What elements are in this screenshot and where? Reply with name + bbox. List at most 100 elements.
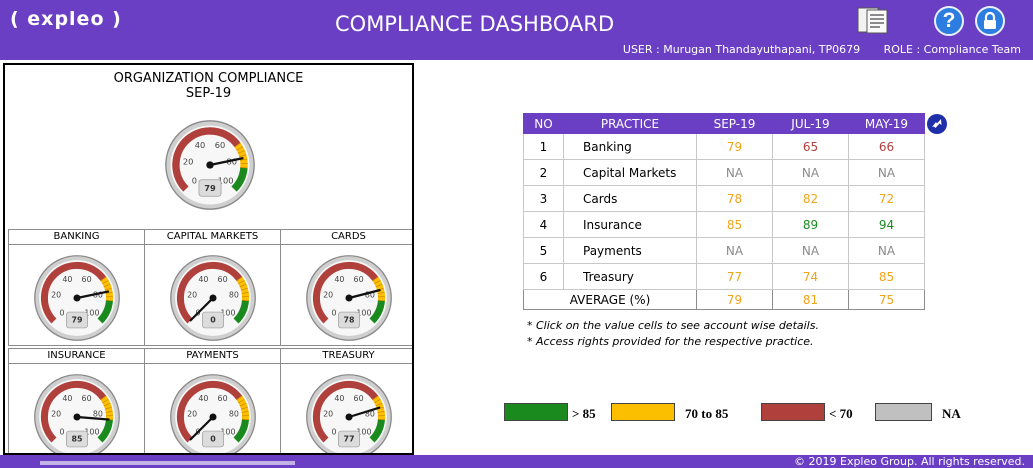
banking-gauge[interactable]: 02040608010079 xyxy=(33,254,121,342)
gauge-tick-label: 60 xyxy=(82,394,92,403)
value-cell[interactable]: NA xyxy=(696,237,773,264)
gauge-readout-value: 77 xyxy=(343,435,354,444)
payments-gauge[interactable]: 0204060801000 xyxy=(169,373,257,455)
gauge-tick-label: 80 xyxy=(229,290,239,299)
row-no: 5 xyxy=(523,237,564,264)
gauge-cell-capital-markets[interactable]: CAPITAL MARKETS 0204060801000 xyxy=(144,229,281,346)
capital-markets-gauge[interactable]: 0204060801000 xyxy=(169,254,257,342)
value-cell[interactable]: NA xyxy=(772,159,849,186)
gauge-readout-value: 85 xyxy=(71,435,82,444)
gauge-tick-label: 40 xyxy=(198,275,208,284)
table-row: 4 Insurance 85 89 94 xyxy=(523,211,925,238)
value-cell[interactable]: 77 xyxy=(696,263,773,290)
gauge-readout-value: 0 xyxy=(210,316,216,325)
next-arrow-icon[interactable] xyxy=(927,114,947,134)
header-no: NO xyxy=(523,113,564,134)
table-row: 2 Capital Markets NA NA NA xyxy=(523,159,925,186)
average-jul: 81 xyxy=(772,289,849,310)
gauge-cell-cards[interactable]: CARDS 0 20 40 60 80 100 78 xyxy=(280,229,412,346)
gauge-tick-label: 40 xyxy=(62,275,72,284)
gauge-cell-payments[interactable]: PAYMENTS 0204060801000 xyxy=(144,348,281,455)
header-may-19: MAY-19 xyxy=(848,113,925,134)
table-row: 3 Cards 78 82 72 xyxy=(523,185,925,212)
gauge-tick-label: 60 xyxy=(82,275,92,284)
gauge-needle-hub xyxy=(345,413,353,421)
legend-swatch-green xyxy=(504,403,568,421)
header-sep-19: SEP-19 xyxy=(696,113,773,134)
gauge-tick-label: 60 xyxy=(215,140,226,150)
legend-label-amber: 70 to 85 xyxy=(685,406,729,421)
lock-icon[interactable] xyxy=(975,6,1005,36)
legend-label-red: < 70 xyxy=(829,406,853,421)
gauge-tick-label: 20 xyxy=(323,290,333,299)
gauge-tick-label: 40 xyxy=(334,275,344,284)
org-compliance-gauge[interactable]: 02040608010079 xyxy=(164,119,256,211)
gauge-readout-value: 0 xyxy=(210,435,216,444)
value-cell[interactable]: 94 xyxy=(848,211,925,238)
gauge-tick-label: 60 xyxy=(218,275,228,284)
row-practice: Banking xyxy=(563,133,697,160)
gauge-tick-label: 20 xyxy=(187,290,197,299)
gauge-tick-label: 20 xyxy=(51,290,61,299)
value-cell[interactable]: 89 xyxy=(772,211,849,238)
gauge-tick-label: 60 xyxy=(354,394,364,403)
footer-progress-bar xyxy=(40,461,295,465)
table-header-row: NO PRACTICE SEP-19 JUL-19 MAY-19 xyxy=(523,113,925,134)
legend-swatch-grey xyxy=(875,403,932,421)
user-name: USER : Murugan Thandayuthapani, TP0679 xyxy=(622,43,861,56)
insurance-gauge[interactable]: 02040 608010085 xyxy=(33,373,121,455)
value-cell[interactable]: NA xyxy=(848,159,925,186)
note-click-cells: * Click on the value cells to see accoun… xyxy=(527,319,819,332)
row-no: 3 xyxy=(523,185,564,212)
value-cell[interactable]: 78 xyxy=(696,185,773,212)
gauge-tick-label: 0 xyxy=(332,428,337,437)
value-cell[interactable]: 79 xyxy=(696,133,773,160)
gauge-cell-treasury[interactable]: TREASURY 0 20 40 60 80 100 77 xyxy=(280,348,412,455)
gauge-cell-banking[interactable]: BANKING 02040608010079 xyxy=(8,229,145,346)
value-cell[interactable]: 72 xyxy=(848,185,925,212)
gauge-tick-label: 40 xyxy=(62,394,72,403)
table-row: 5 Payments NA NA NA xyxy=(523,237,925,264)
gauge-label: CARDS xyxy=(281,230,412,245)
compliance-table: NO PRACTICE SEP-19 JUL-19 MAY-19 1 Banki… xyxy=(523,113,925,310)
value-cell[interactable]: 85 xyxy=(848,263,925,290)
gauge-tick-label: 20 xyxy=(51,409,61,418)
gauge-label: BANKING xyxy=(9,230,144,245)
value-cell[interactable]: 74 xyxy=(772,263,849,290)
gauge-label: CAPITAL MARKETS xyxy=(145,230,280,245)
average-label: AVERAGE (%) xyxy=(523,289,697,310)
treasury-gauge[interactable]: 02040 608010077 xyxy=(305,373,393,455)
value-cell[interactable]: 65 xyxy=(772,133,849,160)
expleo-logo[interactable]: ( expleo ) xyxy=(10,8,122,30)
gauge-needle-hub xyxy=(73,413,81,421)
gauge-needle-hub xyxy=(345,294,353,302)
value-cell[interactable]: 66 xyxy=(848,133,925,160)
row-no: 6 xyxy=(523,263,564,290)
value-cell[interactable]: NA xyxy=(696,159,773,186)
value-cell[interactable]: NA xyxy=(848,237,925,264)
gauge-tick-label: 80 xyxy=(229,409,239,418)
gauge-readout-value: 78 xyxy=(343,316,355,325)
gauge-panel: ORGANIZATION COMPLIANCE SEP-19 020406080… xyxy=(3,63,414,455)
gauge-tick-label: 20 xyxy=(323,409,333,418)
value-cell[interactable]: 82 xyxy=(772,185,849,212)
note-access-rights: * Access rights provided for the respect… xyxy=(527,335,814,348)
gauge-needle-hub xyxy=(209,294,217,302)
org-compliance-title: ORGANIZATION COMPLIANCE xyxy=(113,71,304,86)
value-cell[interactable]: 85 xyxy=(696,211,773,238)
row-no: 4 xyxy=(523,211,564,238)
gauge-readout-value: 79 xyxy=(204,183,216,193)
gauge-cell-insurance[interactable]: INSURANCE 0 20 40 60 80 100 85 xyxy=(8,348,145,455)
help-icon[interactable]: ? xyxy=(934,6,964,36)
legend-swatch-amber xyxy=(611,403,675,421)
gauge-label: INSURANCE xyxy=(9,349,144,364)
gauge-tick-label: 0 xyxy=(192,175,197,185)
cards-gauge[interactable]: 02040 608010078 xyxy=(305,254,393,342)
gauge-tick-label: 20 xyxy=(183,156,194,166)
value-cell[interactable]: NA xyxy=(772,237,849,264)
header-bar: ( expleo ) COMPLIANCE DASHBOARD ? USER :… xyxy=(0,0,1033,60)
row-no: 2 xyxy=(523,159,564,186)
header-practice: PRACTICE xyxy=(563,113,697,134)
average-row: AVERAGE (%) 79 81 75 xyxy=(523,289,925,310)
documents-icon[interactable] xyxy=(856,6,890,34)
